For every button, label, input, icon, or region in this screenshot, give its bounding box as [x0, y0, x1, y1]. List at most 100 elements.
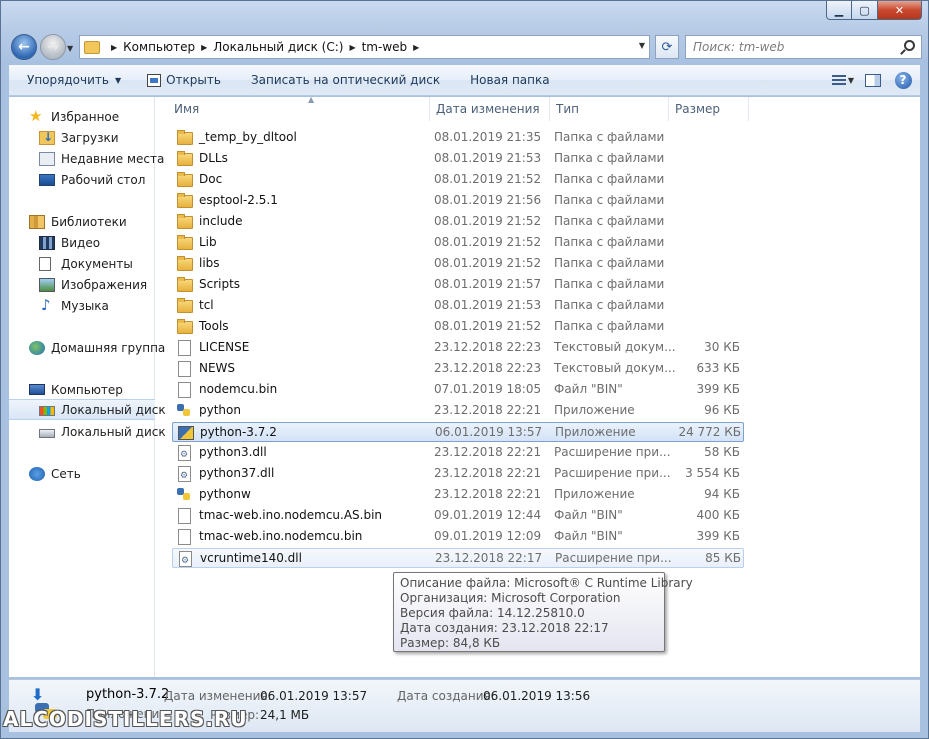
nav-label: Изображения	[61, 277, 148, 292]
breadcrumb-drive-c[interactable]: Локальный диск (C:)	[213, 40, 343, 54]
help-icon[interactable]: ?	[892, 69, 914, 91]
file-date: 06.01.2019 13:57	[435, 425, 543, 439]
file-row[interactable]: nodemcu.bin 07.01.2019 18:05 Файл "BIN" 399…	[172, 380, 744, 400]
address-history-dropdown[interactable]: ▼	[639, 41, 645, 50]
file-date: 08.01.2019 21:35	[434, 130, 542, 144]
file-date: 08.01.2019 21:53	[434, 298, 542, 312]
column-label: Тип	[556, 102, 579, 116]
refresh-button[interactable]: ⟳	[655, 35, 679, 59]
drive-icon	[39, 429, 55, 438]
file-type: Папка с файлами	[554, 319, 665, 333]
chevron-down-icon[interactable]: ▼	[848, 76, 854, 85]
file-date: 09.01.2019 12:44	[434, 508, 542, 522]
file-date: 23.12.2018 22:21	[434, 403, 542, 417]
file-name: python-3.7.2	[200, 425, 277, 439]
file-size: 24 772 КБ	[678, 425, 741, 439]
dll-icon	[177, 550, 193, 570]
chevron-right-icon[interactable]: ▶	[413, 43, 419, 52]
nav-downloads[interactable]: Загрузки	[9, 127, 155, 148]
column-header-size[interactable]: Размер	[669, 97, 749, 121]
close-button[interactable]: ✕	[878, 1, 922, 20]
nav-pictures[interactable]: Изображения	[9, 274, 155, 295]
nav-documents[interactable]: Документы	[9, 253, 155, 274]
file-row[interactable]: python-3.7.2 06.01.2019 13:57 Приложение 24…	[172, 422, 744, 442]
nav-computer[interactable]: Компьютер	[9, 379, 155, 400]
search-box[interactable]	[685, 35, 922, 59]
dll-icon	[176, 444, 192, 464]
file-row[interactable]: python37.dll 23.12.2018 22:21 Расширение п…	[172, 464, 744, 485]
nav-libraries[interactable]: Библиотеки	[9, 211, 155, 232]
nav-local-disk-d[interactable]: Локальный диск	[9, 421, 166, 442]
video-icon	[39, 235, 55, 250]
file-size: 96 КБ	[704, 403, 740, 417]
nav-local-disk-c[interactable]: Локальный диск	[9, 399, 166, 420]
column-header-date[interactable]: Дата изменения	[430, 97, 550, 121]
file-row[interactable]: DLLs 08.01.2019 21:53 Папка с файлами	[172, 149, 744, 169]
recent-places-icon	[39, 151, 55, 166]
nav-music[interactable]: Музыка	[9, 295, 155, 316]
file-row[interactable]: tmac-web.ino.nodemcu.bin 09.01.2019 12:09…	[172, 527, 744, 547]
search-input[interactable]	[693, 40, 893, 54]
search-icon[interactable]	[904, 40, 915, 51]
minimize-button[interactable]: ▁	[826, 1, 852, 20]
nav-label: Документы	[61, 256, 133, 271]
column-label: Имя	[174, 102, 200, 116]
file-row[interactable]: Tools 08.01.2019 21:52 Папка с файлами	[172, 317, 744, 337]
breadcrumb-computer[interactable]: Компьютер	[123, 40, 195, 54]
file-name: python37.dll	[199, 466, 275, 480]
preview-pane-icon[interactable]	[862, 69, 884, 91]
file-row[interactable]: LICENSE 23.12.2018 22:23 Текстовый докум..…	[172, 338, 744, 358]
back-button[interactable]: ←	[11, 34, 37, 60]
nav-recent-places[interactable]: Недавние места	[9, 148, 164, 169]
file-name-cell: python	[176, 401, 241, 419]
file-name: include	[199, 214, 243, 228]
file-row[interactable]: _temp_by_dltool 08.01.2019 21:35 Папка с ф…	[172, 128, 744, 148]
chevron-right-icon[interactable]: ▶	[349, 43, 355, 52]
maximize-button[interactable]: ▢	[852, 1, 878, 20]
change-view-icon[interactable]: ▼	[832, 69, 854, 91]
nav-label: Домашняя группа	[51, 340, 166, 355]
chevron-right-icon[interactable]: ▶	[111, 43, 117, 52]
nav-video[interactable]: Видео	[9, 232, 155, 253]
file-row[interactable]: vcruntime140.dll 23.12.2018 22:17 Расширен…	[172, 548, 744, 570]
file-row[interactable]: pythonw 23.12.2018 22:21 Приложение 94 КБ	[172, 485, 744, 505]
file-row[interactable]: NEWS 23.12.2018 22:23 Текстовый докум... 63…	[172, 359, 744, 379]
burn-disc-button[interactable]: Записать на оптический диск	[231, 65, 450, 95]
organize-button[interactable]: Упорядочить ▼	[9, 65, 131, 95]
nav-favorites[interactable]: Избранное	[9, 106, 155, 127]
system-drive-icon	[39, 406, 55, 416]
file-name: vcruntime140.dll	[200, 551, 302, 565]
file-name: python	[199, 403, 241, 417]
breadcrumb-tm-web[interactable]: tm-web	[362, 40, 408, 54]
file-row[interactable]: Scripts 08.01.2019 21:57 Папка с файлами	[172, 275, 744, 295]
file-row[interactable]: Lib 08.01.2019 21:52 Папка с файлами	[172, 233, 744, 253]
column-header-name[interactable]: ▲ Имя	[168, 95, 430, 121]
nav-desktop[interactable]: Рабочий стол	[9, 169, 155, 190]
tooltip-description: Описание файла: Microsoft® C Runtime Lib…	[400, 576, 693, 590]
address-bar[interactable]: ▶ Компьютер ▶ Локальный диск (C:) ▶ tm-w…	[79, 35, 650, 59]
file-name: Tools	[199, 319, 229, 333]
file-date: 23.12.2018 22:21	[434, 466, 542, 480]
file-size	[672, 170, 740, 188]
file-row[interactable]: esptool-2.5.1 08.01.2019 21:56 Папка с фай…	[172, 191, 744, 211]
nav-homegroup[interactable]: Домашняя группа	[9, 337, 165, 358]
file-row[interactable]: python 23.12.2018 22:21 Приложение 96 КБ	[172, 401, 744, 421]
forward-button[interactable]: →	[40, 34, 66, 60]
file-row[interactable]: python3.dll 23.12.2018 22:21 Расширение пр…	[172, 443, 744, 464]
recent-pages-dropdown[interactable]: ▼	[67, 44, 73, 53]
file-size: 30 КБ	[704, 340, 740, 354]
file-row[interactable]: tmac-web.ino.nodemcu.AS.bin 09.01.2019 12…	[172, 506, 744, 526]
chevron-right-icon[interactable]: ▶	[201, 43, 207, 52]
file-name-cell: libs	[176, 254, 220, 272]
folder-icon	[176, 129, 193, 145]
file-type: Папка с файлами	[554, 130, 665, 144]
file-row[interactable]: tcl 08.01.2019 21:53 Папка с файлами	[172, 296, 744, 316]
file-name: Lib	[199, 235, 217, 249]
file-row[interactable]: Doc 08.01.2019 21:52 Папка с файлами	[172, 170, 744, 190]
open-button[interactable]: Открыть	[131, 65, 231, 95]
nav-network[interactable]: Сеть	[9, 463, 155, 484]
file-row[interactable]: include 08.01.2019 21:52 Папка с файлами	[172, 212, 744, 232]
file-row[interactable]: libs 08.01.2019 21:52 Папка с файлами	[172, 254, 744, 274]
column-header-type[interactable]: Тип	[550, 97, 669, 121]
new-folder-button[interactable]: Новая папка	[450, 65, 559, 95]
